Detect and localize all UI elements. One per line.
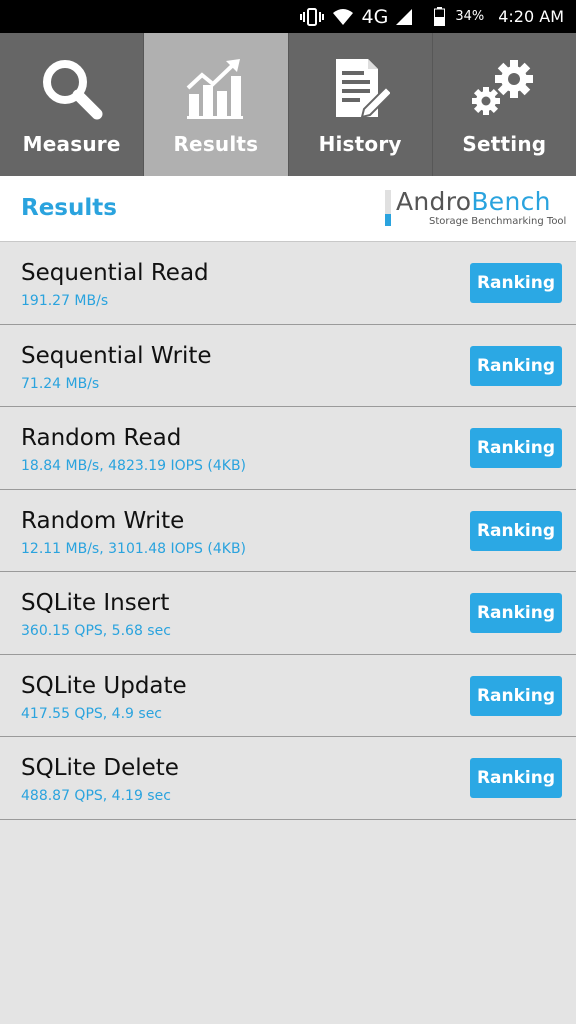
status-bar: 4G 34% 4:20 AM (0, 0, 576, 33)
result-row-random-write: Random Write 12.11 MB/s, 3101.48 IOPS (4… (0, 490, 576, 572)
result-value: 18.84 MB/s, 4823.19 IOPS (4KB) (21, 458, 247, 474)
result-name: Sequential Write (21, 342, 212, 369)
status-icons: 4G 34% 4:20 AM (299, 0, 564, 33)
bar-chart-icon (186, 55, 246, 123)
tab-setting[interactable]: Setting (433, 33, 576, 176)
wifi-icon (332, 8, 354, 26)
tab-label: Results (173, 132, 259, 156)
tab-label: Measure (22, 132, 121, 156)
network-type-label: 4G (361, 5, 389, 28)
logo-name: AndroBench (396, 187, 551, 216)
clock: 4:20 AM (498, 7, 564, 26)
result-value: 191.27 MB/s (21, 293, 109, 309)
result-row-sqlite-update: SQLite Update 417.55 QPS, 4.9 sec Rankin… (0, 655, 576, 737)
ranking-button[interactable]: Ranking (470, 758, 562, 798)
logo-name-andro: Andro (396, 187, 472, 216)
result-row-sqlite-delete: SQLite Delete 488.87 QPS, 4.19 sec Ranki… (0, 737, 576, 820)
result-value: 12.11 MB/s, 3101.48 IOPS (4KB) (21, 540, 247, 557)
logo-bar (385, 190, 391, 226)
ranking-button[interactable]: Ranking (470, 428, 562, 468)
result-value: 488.87 QPS, 4.19 sec (21, 788, 171, 804)
tab-bar: Measure Results History Setting (0, 33, 576, 176)
results-list: Sequential Read 191.27 MB/s Ranking Sequ… (0, 242, 576, 820)
page-title: Results (21, 195, 117, 221)
tab-measure[interactable]: Measure (0, 33, 145, 176)
result-name: SQLite Update (21, 672, 187, 699)
tab-results[interactable]: Results (144, 33, 289, 176)
result-value: 360.15 QPS, 5.68 sec (21, 623, 171, 639)
ranking-button[interactable]: Ranking (470, 345, 562, 386)
ranking-button[interactable]: Ranking (470, 510, 562, 551)
result-row-sequential-read: Sequential Read 191.27 MB/s Ranking (0, 242, 576, 325)
tab-history[interactable]: History (289, 33, 433, 176)
battery-icon (434, 7, 446, 26)
result-name: SQLite Insert (21, 590, 170, 616)
magnifier-icon (40, 55, 104, 123)
tab-label: Setting (462, 132, 547, 156)
ranking-button[interactable]: Ranking (470, 263, 562, 303)
result-row-sqlite-insert: SQLite Insert 360.15 QPS, 5.68 sec Ranki… (0, 572, 576, 655)
tab-label: History (318, 132, 402, 156)
result-name: SQLite Delete (21, 755, 179, 781)
result-name: Random Write (21, 507, 185, 534)
ranking-button[interactable]: Ranking (470, 675, 562, 716)
signal-icon (396, 8, 413, 25)
document-pencil-icon (330, 55, 391, 123)
logo-tagline: Storage Benchmarking Tool (429, 216, 567, 227)
result-name: Random Read (21, 425, 182, 451)
result-name: Sequential Read (21, 260, 209, 286)
androbench-logo: AndroBench Storage Benchmarking Tool (385, 187, 567, 228)
vibrate-icon (299, 7, 324, 26)
ranking-button[interactable]: Ranking (470, 593, 562, 633)
battery-percent: 34% (455, 9, 485, 24)
logo-name-bench: Bench (471, 187, 551, 216)
gears-icon (470, 55, 538, 123)
result-row-sequential-write: Sequential Write 71.24 MB/s Ranking (0, 325, 576, 407)
result-value: 417.55 QPS, 4.9 sec (21, 705, 163, 722)
result-value: 71.24 MB/s (21, 375, 100, 392)
result-row-random-read: Random Read 18.84 MB/s, 4823.19 IOPS (4K… (0, 407, 576, 490)
